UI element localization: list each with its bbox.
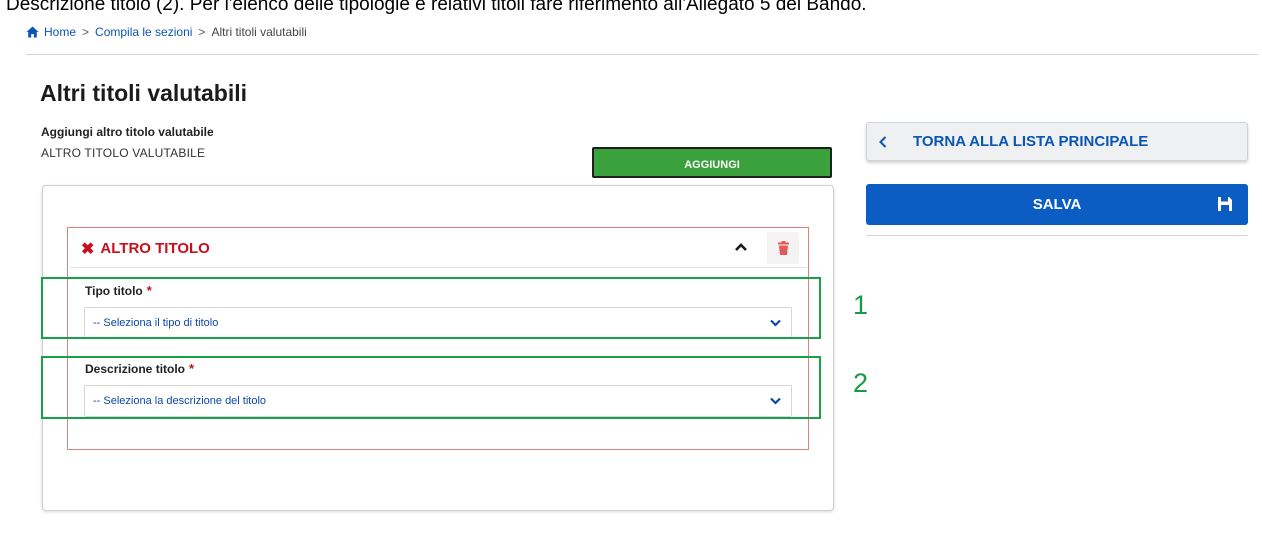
annotation-highlight-2 — [41, 356, 821, 419]
breadcrumb-current: Altri titoli valutabili — [211, 25, 307, 39]
page-title: Altri titoli valutabili — [40, 80, 248, 106]
document-caption: Descrizione titolo (2). Per l'elenco del… — [6, 0, 867, 15]
breadcrumb-separator: > — [82, 25, 90, 39]
add-section-label: ALTRO TITOLO VALUTABILE — [41, 146, 206, 160]
save-label: SALVA — [1032, 196, 1082, 213]
add-button[interactable]: AGGIUNGI — [592, 147, 832, 178]
annotation-highlight-1 — [41, 277, 821, 339]
annotation-number-1: 1 — [853, 290, 869, 320]
breadcrumb: Home > Compila le sezioni > Altri titoli… — [26, 24, 307, 40]
breadcrumb-home-link[interactable]: Home — [44, 25, 76, 39]
trash-icon — [777, 241, 789, 255]
save-button[interactable]: SALVA — [866, 184, 1248, 225]
annotation-number-2: 2 — [853, 368, 869, 398]
chevron-left-icon — [879, 135, 887, 148]
title-entry-header[interactable]: ✖ ALTRO TITOLO — [70, 230, 806, 268]
delete-entry-button[interactable] — [767, 232, 799, 264]
sidebar-divider — [866, 235, 1248, 236]
back-to-list-button[interactable]: TORNA ALLA LISTA PRINCIPALE — [866, 122, 1248, 161]
error-x-icon: ✖ — [81, 240, 95, 258]
title-entry-title: ALTRO TITOLO — [100, 240, 210, 257]
home-icon[interactable] — [26, 26, 39, 38]
header-divider — [26, 54, 1258, 55]
back-to-list-label: TORNA ALLA LISTA PRINCIPALE — [913, 133, 1149, 150]
breadcrumb-separator: > — [198, 25, 206, 39]
breadcrumb-section-link[interactable]: Compila le sezioni — [95, 25, 192, 39]
floppy-disk-icon — [1218, 197, 1232, 211]
collapse-caret-icon[interactable] — [735, 242, 747, 252]
add-section-heading: Aggiungi altro titolo valutabile — [41, 125, 214, 139]
